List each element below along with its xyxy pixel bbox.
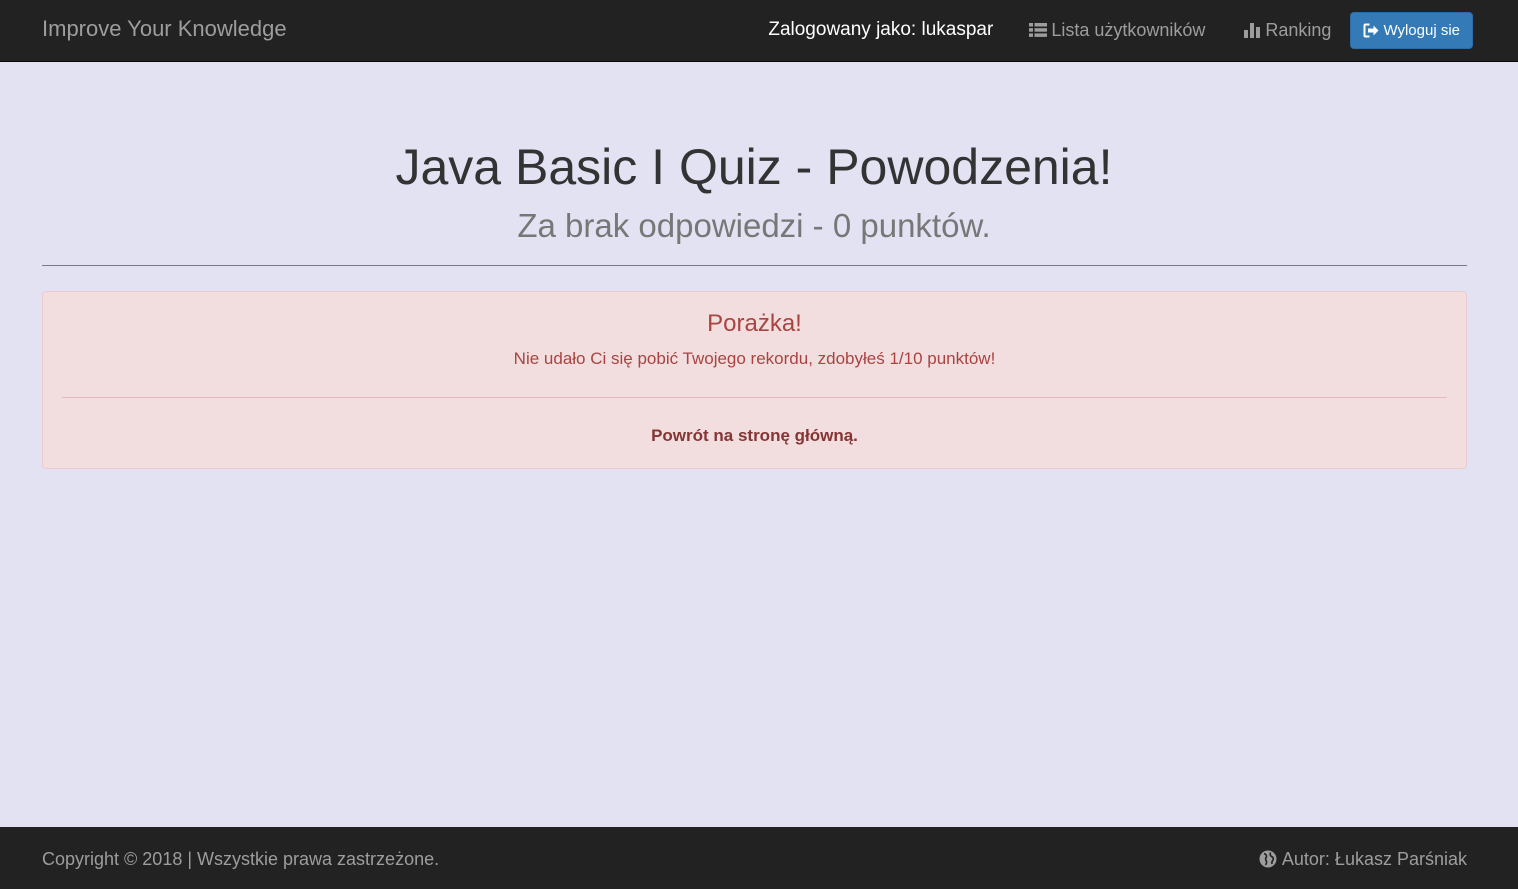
alert-divider (62, 397, 1447, 398)
author-label: Autor: Łukasz Parśniak (1281, 848, 1467, 869)
back-to-home-link[interactable]: Powrót na stronę główną. (43, 426, 1466, 446)
copyright-text: Copyright © 2018 | Wszystkie prawa zastr… (42, 849, 440, 869)
author-info: Autor: Łukasz Parśniak (1259, 827, 1467, 889)
alert-title: Porażka! (707, 310, 802, 337)
header-divider (42, 265, 1467, 266)
top-navbar: Improve Your Knowledge Zalogowany jako: … (0, 0, 1518, 62)
page-title: Java Basic I Quiz - Powodzenia! (395, 139, 1113, 195)
alert-message: Nie udało Ci się pobić Twojego rekordu, … (513, 349, 996, 368)
logout-label: Wyloguj sie (1383, 21, 1460, 39)
footer: Copyright © 2018 | Wszystkie prawa zastr… (0, 827, 1518, 889)
logout-button[interactable]: Wyloguj sie (1350, 11, 1473, 49)
ranking-label: Ranking (1265, 19, 1332, 40)
list-icon (1029, 23, 1048, 37)
brand-link[interactable]: Improve Your Knowledge (42, 0, 287, 60)
globe-icon (1259, 850, 1277, 868)
bar-chart-icon (1244, 23, 1261, 38)
result-alert: Porażka! Nie udało Ci się pobić Twojego … (42, 291, 1467, 469)
ranking-link[interactable]: Ranking (1243, 20, 1331, 41)
users-list-link[interactable]: Lista użytkowników (1029, 20, 1205, 41)
logged-in-user-label: Zalogowany jako: lukaspar (768, 19, 994, 40)
navbar-right: Zalogowany jako: lukaspar Lista użytkown… (768, 0, 1473, 60)
page-subtitle: Za brak odpowiedzi - 0 punktów. (517, 207, 991, 244)
sign-out-icon (1363, 23, 1379, 37)
users-list-label: Lista użytkowników (1051, 19, 1206, 40)
